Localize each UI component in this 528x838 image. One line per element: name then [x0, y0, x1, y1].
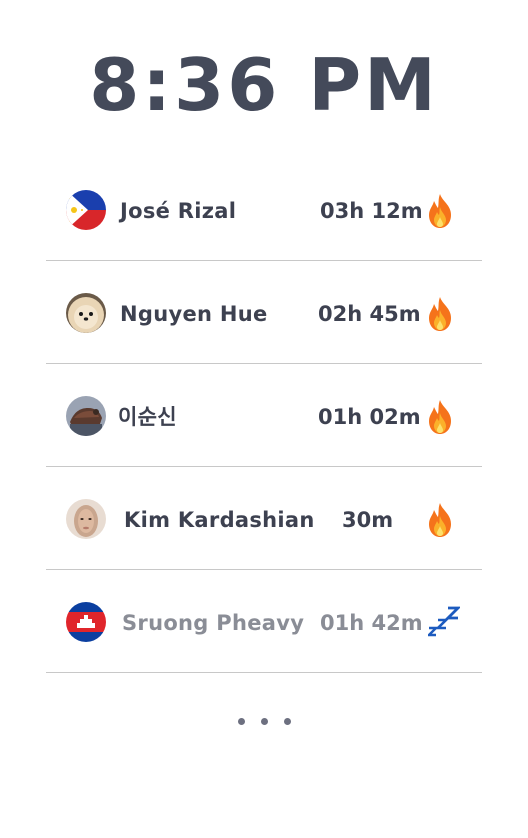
user-name: 이순신 [118, 405, 177, 429]
list-item[interactable]: José Rizal 03h 12m [46, 158, 482, 261]
list-item[interactable]: Nguyen Hue 02h 45m [46, 261, 482, 364]
sleep-zzz-icon [428, 606, 460, 637]
cambodia-flag-icon [66, 602, 106, 642]
user-name: Kim Kardashian [124, 508, 315, 532]
ellipsis-icon[interactable] [0, 712, 528, 730]
fire-icon [429, 194, 451, 228]
streak-time: 30m [342, 508, 394, 532]
turtle-ship-icon [66, 396, 106, 436]
pomeranian-dog-icon [66, 293, 106, 333]
leaderboard-screen: 8:36 PM José Rizal 03h 12m Nguyen Hue 02… [0, 0, 528, 838]
portrait-icon [66, 499, 106, 539]
user-name: Nguyen Hue [120, 302, 268, 326]
philippines-flag-icon [66, 190, 106, 230]
avatar [66, 190, 106, 230]
streak-time: 01h 02m [318, 405, 421, 429]
fire-icon [429, 400, 451, 434]
dot [283, 718, 291, 725]
list-item[interactable]: Sruong Pheavy 01h 42m [46, 570, 482, 673]
avatar [66, 293, 106, 333]
fire-icon [429, 297, 451, 331]
avatar [66, 499, 106, 539]
streak-time: 02h 45m [318, 302, 421, 326]
avatar [66, 602, 106, 642]
fire-icon [429, 503, 451, 537]
user-list: José Rizal 03h 12m Nguyen Hue 02h 45m 이순… [46, 158, 482, 673]
user-name: José Rizal [120, 199, 237, 223]
user-name: Sruong Pheavy [122, 611, 305, 635]
streak-time: 03h 12m [320, 199, 423, 223]
list-item[interactable]: 이순신 01h 02m [46, 364, 482, 467]
streak-time: 01h 42m [320, 611, 423, 635]
dot [237, 718, 245, 725]
avatar [66, 396, 106, 436]
dot [260, 718, 268, 725]
clock-time: 8:36 PM [89, 43, 439, 127]
list-item[interactable]: Kim Kardashian 30m [46, 467, 482, 570]
